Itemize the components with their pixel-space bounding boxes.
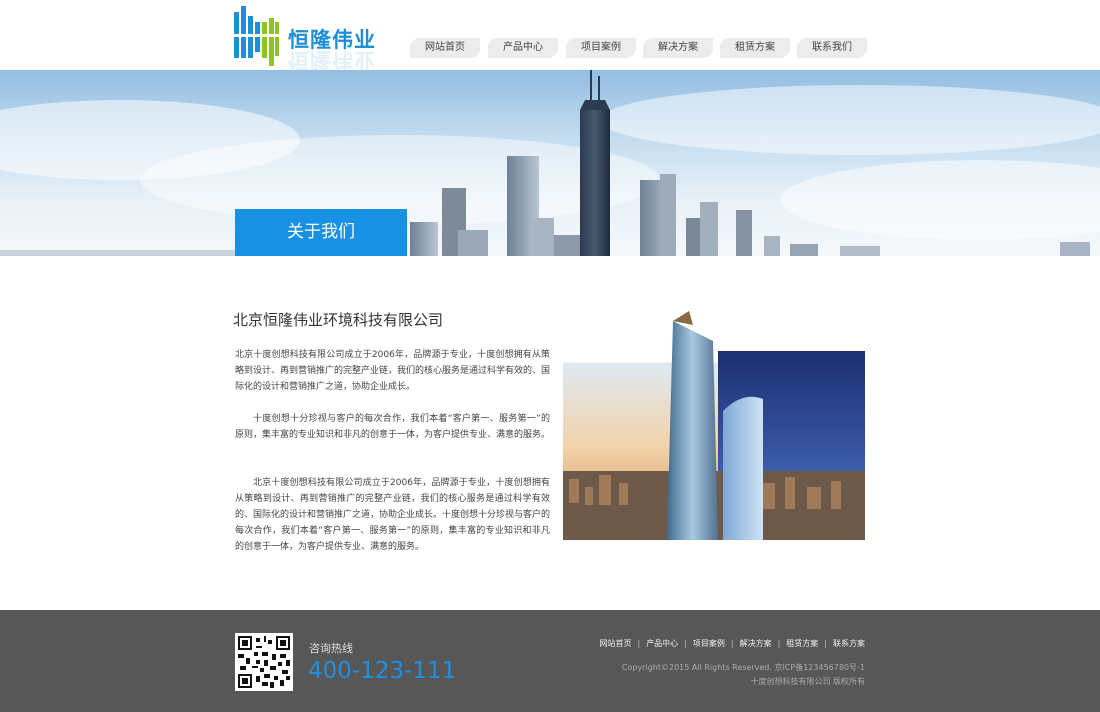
nav-item-home[interactable]: 网站首页 (410, 38, 480, 58)
nav-item-products[interactable]: 产品中心 (488, 38, 558, 58)
intro-paragraph-2: 十度创想十分珍视与客户的每次合作，我们本着“客户第一、服务第一”的原则，集丰富的… (235, 414, 551, 440)
footer-separator: | (684, 639, 687, 648)
nav-item-leasing[interactable]: 租赁方案 (720, 38, 790, 58)
footer-link-leasing[interactable]: 租赁方案 (786, 639, 818, 648)
footer-separator: | (637, 639, 641, 648)
footer-link-contact[interactable]: 联系方案 (833, 639, 865, 648)
site-header: 恒隆伟业 恒隆伟业 网站首页 产品中心 项目案例 解决方案 租赁方案 联系我们 (0, 0, 1100, 72)
nav-item-solutions[interactable]: 解决方案 (643, 38, 713, 58)
footer-link-products[interactable]: 产品中心 (646, 639, 678, 648)
intro-paragraph-1: 北京十度创想科技有限公司成立于2006年，品牌源于专业，十度创想拥有从策略到设计… (235, 350, 551, 392)
hotline-label: 咨询热线 (309, 642, 353, 655)
footer-nav: 网站首页 | 产品中心 | 项目案例 | 解决方案 | 租赁方案 | 联系方案 (599, 638, 865, 649)
footer-link-home[interactable]: 网站首页 (599, 639, 631, 648)
copyright-line-2: 十度创想科技有限公司 版权所有 (750, 677, 865, 686)
footer-separator: | (824, 639, 827, 648)
city-skyline-image (0, 70, 1100, 256)
footer-link-solutions[interactable]: 解决方案 (740, 639, 772, 648)
nav-item-contact[interactable]: 联系我们 (797, 38, 867, 58)
logo[interactable]: 恒隆伟业 恒隆伟业 (234, 6, 376, 72)
qr-code-icon (235, 633, 293, 691)
footer-separator: | (730, 639, 734, 648)
logo-mark-icon (234, 6, 279, 66)
copyright: Copyright©2015 All Rights Reserved. 京ICP… (622, 661, 865, 689)
footer-link-cases[interactable]: 项目案例 (693, 639, 725, 648)
hotline-number: 400-123-111 (308, 658, 457, 684)
footer-separator: | (777, 639, 781, 648)
nav-item-cases[interactable]: 项目案例 (566, 38, 636, 58)
company-title: 北京恒隆伟业环境科技有限公司 (233, 311, 444, 329)
site-footer: 咨询热线 400-123-111 网站首页 | 产品中心 | 项目案例 | 解决方案 | 租赁方… (0, 610, 1100, 712)
about-us-tab[interactable]: 关于我们 (235, 209, 407, 256)
hero-banner: 关于我们 (0, 70, 1100, 256)
copyright-line-1: Copyright©2015 All Rights Reserved. 京ICP… (621, 663, 865, 672)
intro-paragraph-3: 北京十度创想科技有限公司成立于2006年，品牌源于专业，十度创想拥有从策略到设计… (235, 478, 551, 552)
company-building-photo (563, 311, 865, 540)
